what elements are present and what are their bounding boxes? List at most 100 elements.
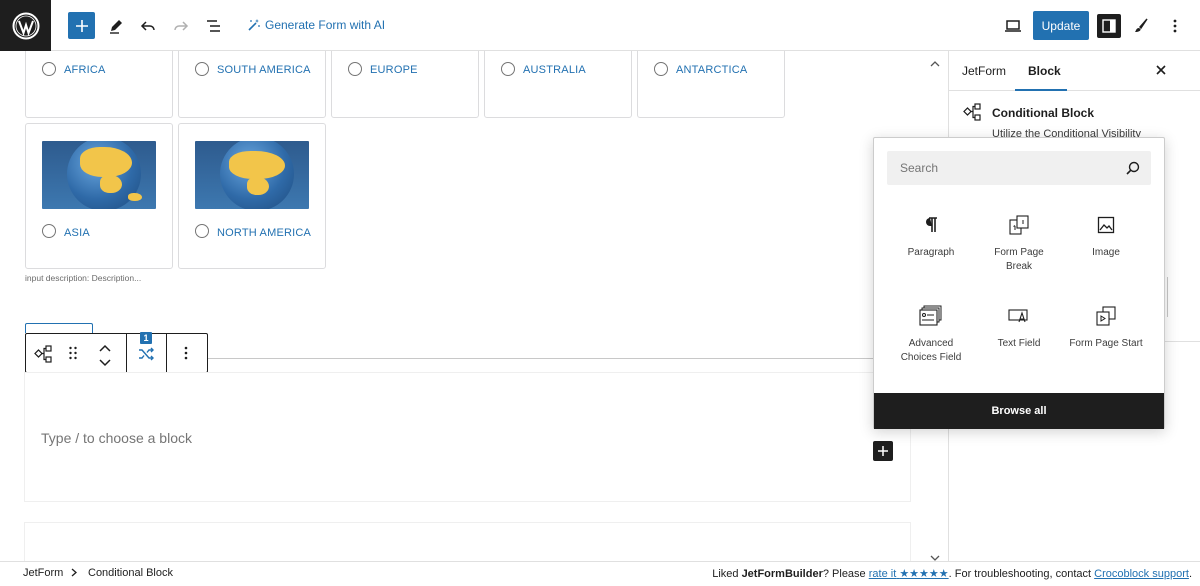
continent-image <box>42 141 156 209</box>
sidebar-tabs: JetForm Block <box>949 51 1200 91</box>
choice-label: ASIA <box>64 227 90 239</box>
conditional-block-icon <box>963 102 983 127</box>
rating-stars: ★★★★★ <box>899 568 949 580</box>
choice-label: AFRICA <box>64 64 106 76</box>
rate-it-label: rate it <box>868 568 897 580</box>
editor-canvas: AFRICA SOUTH AMERICA EUROPE AUSTRALIA AN… <box>0 51 948 561</box>
inserter-item-form-page-start[interactable]: Form Page Start <box>1063 301 1149 351</box>
choice-label: AUSTRALIA <box>523 64 586 76</box>
generate-ai-label: Generate Form with AI <box>265 18 386 32</box>
inserter-item-advanced-choices[interactable]: Advanced Choices Field <box>888 301 974 365</box>
choice-card[interactable]: NORTH AMERICA <box>178 123 326 269</box>
breadcrumb-item[interactable]: Conditional Block <box>88 567 173 579</box>
choice-card[interactable]: SOUTH AMERICA <box>178 51 326 118</box>
chevron-down-icon <box>930 555 940 561</box>
quick-inserter-popover: Paragraph Form Page Break Image Advanced… <box>873 137 1165 429</box>
shuffle-icon <box>139 347 154 361</box>
inserter-item-text-field[interactable]: Text Field <box>976 301 1062 351</box>
editor-frame: Generate Form with AI Update AFRICA SOUT… <box>0 0 1200 586</box>
inserter-item-form-page-break[interactable]: Form Page Break <box>976 210 1062 274</box>
support-link[interactable]: Crocoblock support <box>1094 568 1189 580</box>
tab-jetform[interactable]: JetForm <box>962 64 1006 78</box>
pencil-icon <box>110 20 122 34</box>
drag-handle-icon <box>69 346 77 360</box>
choice-label: ANTARCTICA <box>676 64 748 76</box>
move-down-button[interactable] <box>98 355 112 373</box>
block-divider <box>208 358 910 359</box>
list-view-icon <box>207 20 220 32</box>
document-overview-button[interactable] <box>202 14 226 38</box>
active-tab-indicator <box>1015 89 1067 91</box>
undo-button[interactable] <box>136 14 160 38</box>
choice-radio[interactable] <box>42 224 56 238</box>
wordpress-icon <box>12 12 39 39</box>
inserter-item-label: Text Field <box>997 338 1041 349</box>
breadcrumb-separator-icon <box>71 568 77 580</box>
scroll-up-button[interactable] <box>930 55 940 73</box>
settings-toggle-button[interactable] <box>1097 14 1121 38</box>
advanced-choices-icon <box>888 301 974 331</box>
choice-card[interactable]: EUROPE <box>331 51 479 118</box>
choice-card[interactable]: ASIA <box>25 123 173 269</box>
choice-radio[interactable] <box>195 62 209 76</box>
choice-card[interactable]: AFRICA <box>25 51 173 118</box>
footer-text: . For troubleshooting, contact <box>948 568 1095 580</box>
continent-image <box>195 141 309 209</box>
inserter-item-image[interactable]: Image <box>1063 210 1149 260</box>
redo-button[interactable] <box>169 14 193 38</box>
wordpress-logo-button[interactable] <box>0 0 51 51</box>
inserter-item-paragraph[interactable]: Paragraph <box>888 210 974 260</box>
desktop-preview-icon <box>1005 20 1021 32</box>
block-options-button[interactable] <box>184 346 188 365</box>
add-block-button[interactable] <box>68 12 95 39</box>
brush-icon <box>1135 18 1148 32</box>
tab-block[interactable]: Block <box>1028 64 1061 78</box>
rate-it-link[interactable]: rate it ★★★★★ <box>869 568 949 580</box>
choice-radio[interactable] <box>501 62 515 76</box>
search-icon <box>1126 161 1140 180</box>
preview-button[interactable] <box>1001 14 1025 38</box>
close-icon <box>1156 65 1166 75</box>
choice-radio[interactable] <box>195 224 209 238</box>
choice-radio[interactable] <box>348 62 362 76</box>
plus-icon <box>75 19 88 32</box>
editor-footer: JetForm Conditional Block Liked JetFormB… <box>0 561 1200 586</box>
kebab-menu-icon <box>184 346 188 360</box>
styles-button[interactable] <box>1129 14 1153 38</box>
choice-card[interactable]: AUSTRALIA <box>484 51 632 118</box>
conditional-block-icon <box>34 345 52 363</box>
block-type-button[interactable] <box>34 344 54 369</box>
input-description: input description: Description... <box>25 273 142 283</box>
block-search-input[interactable] <box>887 151 1151 185</box>
chevron-up-icon <box>99 344 111 352</box>
conditions-button[interactable] <box>138 346 154 367</box>
choice-label: SOUTH AMERICA <box>217 64 311 76</box>
conditional-block-outline <box>25 323 93 333</box>
footer-text: . <box>1188 568 1192 580</box>
kebab-menu-icon <box>1173 19 1177 33</box>
breadcrumb-item[interactable]: JetForm <box>23 567 63 579</box>
choice-radio[interactable] <box>42 62 56 76</box>
form-page-start-icon <box>1063 301 1149 331</box>
next-block <box>25 523 910 561</box>
paragraph-icon <box>888 210 974 240</box>
footer-text: Liked <box>712 568 742 580</box>
drag-handle[interactable] <box>68 345 78 366</box>
toolbar-divider <box>126 334 127 372</box>
close-sidebar-button[interactable] <box>1152 61 1170 79</box>
generate-ai-button[interactable]: Generate Form with AI <box>247 18 385 32</box>
edit-tool-button[interactable] <box>104 14 128 38</box>
block-placeholder[interactable]: Type / to choose a block <box>41 430 192 446</box>
inline-add-block-button[interactable] <box>873 441 893 461</box>
browse-all-button[interactable]: Browse all <box>874 393 1164 429</box>
choice-radio[interactable] <box>654 62 668 76</box>
magic-wand-icon <box>248 19 260 31</box>
options-menu-button[interactable] <box>1163 14 1187 38</box>
choice-label: NORTH AMERICA <box>217 227 312 239</box>
update-button[interactable]: Update <box>1033 11 1089 40</box>
inserter-item-label: Form Page Start <box>1069 338 1143 349</box>
scroll-down-button[interactable] <box>930 549 940 561</box>
sidebar-panel-icon <box>1102 19 1116 33</box>
footer-text: ? Please <box>822 568 869 580</box>
choice-card[interactable]: ANTARCTICA <box>637 51 785 118</box>
